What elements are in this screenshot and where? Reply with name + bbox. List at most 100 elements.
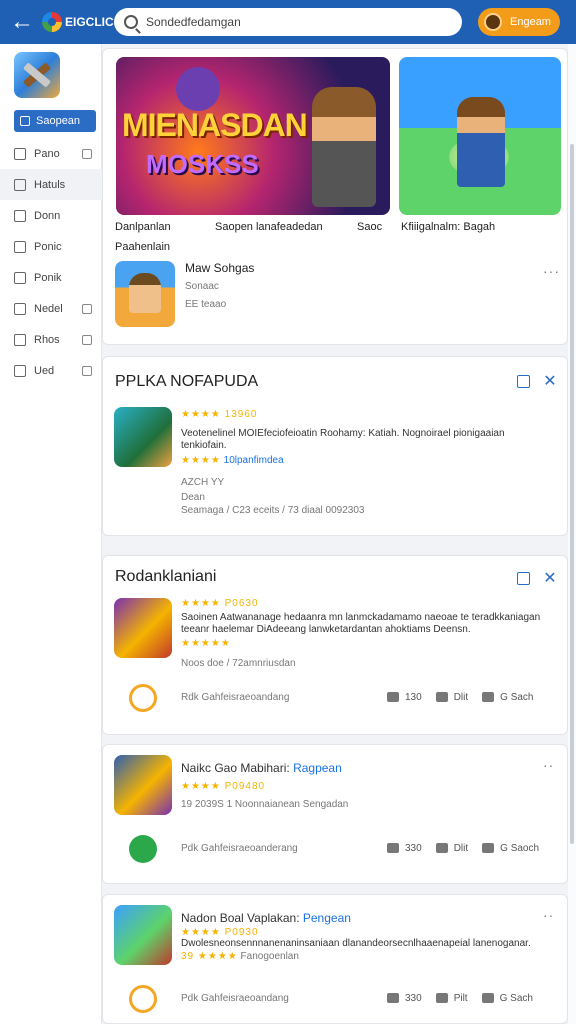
app-title[interactable]: Nadon Boal Vaplakan:: [181, 911, 300, 925]
logo-mark-icon: [42, 12, 62, 32]
banner-caption[interactable]: Saoc: [357, 221, 382, 233]
app-thumbnail[interactable]: [115, 261, 175, 327]
app-thumbnail[interactable]: [114, 755, 172, 815]
square-icon: [14, 178, 26, 191]
share-label: G Sach: [500, 692, 534, 703]
sidebar-item-ponik[interactable]: Ponik: [0, 262, 102, 293]
thumbs-up-icon: [387, 692, 399, 703]
signin-label: Engeam: [510, 16, 551, 28]
more-options-icon[interactable]: ···: [543, 263, 560, 279]
like-count: 330: [405, 843, 422, 854]
bookmark-icon[interactable]: [517, 572, 530, 585]
share-button[interactable]: G Sach: [481, 993, 533, 1004]
search-bar[interactable]: [114, 8, 462, 36]
share-button[interactable]: G Saoch: [482, 843, 539, 854]
app-meta: 19 2039S 1 Noonnaianean Sengadan: [181, 799, 349, 810]
sidebar-item-ued[interactable]: Ued: [0, 355, 102, 386]
share-icon: [482, 692, 495, 703]
comment-icon: [435, 993, 448, 1004]
banner-caption[interactable]: Danlpanlan: [115, 221, 171, 233]
triangle-icon: [14, 209, 26, 222]
sidebar-item-nedel[interactable]: Nedel: [0, 293, 102, 324]
hero-image: [457, 97, 505, 187]
check-icon: [82, 303, 92, 314]
featured-banner-main[interactable]: MIENASDAN MOSKSS: [116, 57, 390, 215]
app-description: Dwolesneonsennnanenaninsaniaan dlanandeo…: [181, 938, 531, 949]
app-title-link[interactable]: Ragpean: [293, 761, 342, 775]
sidebar-item-saopean[interactable]: Saopean: [14, 110, 96, 132]
sidebar-item-hatuls[interactable]: Hatuls: [0, 169, 102, 200]
sidebar-item-label: Hatuls: [34, 178, 66, 191]
like-button[interactable]: 130: [387, 692, 422, 703]
actions-bar: 330 Pilt G Sach: [387, 993, 533, 1004]
app-title-link[interactable]: Pengean: [303, 911, 351, 925]
footer-text: Pdk Gahfeisraeoanderang: [181, 843, 298, 854]
hero-image: [312, 87, 376, 207]
thumbs-up-icon: [387, 843, 399, 854]
app-description: Saoinen Aatwananage hedaanra mn lanmckad…: [181, 612, 541, 623]
section-card-2: Rodanklaniani ✕ ★★★★ P0630 Saoinen Aatwa…: [102, 555, 568, 735]
sidebar-item-ponic[interactable]: Ponic: [0, 231, 102, 262]
app-meta: AZCH YY: [181, 477, 225, 488]
sidebar-nav: Saopean Pano Hatuls Donn Ponic Ponik Ned…: [0, 106, 102, 386]
sidebar-item-rhos[interactable]: Rhos: [0, 324, 102, 355]
share-button[interactable]: G Sach: [482, 692, 534, 703]
logo[interactable]: EIGCLIC: [42, 10, 114, 34]
banner-caption[interactable]: Saopen lanafeadedan: [215, 221, 323, 233]
app-thumbnail[interactable]: [114, 905, 172, 965]
more-options-icon[interactable]: ··: [543, 757, 554, 773]
section-card-4: Nadon Boal Vaplakan: Pengean ·· ★★★★ P09…: [102, 894, 568, 1024]
app-title[interactable]: Naikc Gao Mabihari:: [181, 761, 290, 775]
sidebar-item-pano[interactable]: Pano: [0, 138, 102, 169]
comment-button[interactable]: Dlit: [435, 692, 468, 703]
sidebar-item-label: Ponik: [34, 271, 62, 284]
character-image: [176, 67, 220, 111]
comment-icon: [435, 843, 448, 854]
back-arrow-icon[interactable]: ←: [8, 8, 36, 36]
sidebar: Saopean Pano Hatuls Donn Ponic Ponik Ned…: [0, 44, 102, 1024]
share-icon: [481, 993, 494, 1004]
banner-caption[interactable]: Kfiiigalnalm: Bagah: [401, 221, 495, 233]
banner-caption[interactable]: Paahenlain: [115, 241, 170, 253]
sidebar-item-label: Donn: [34, 209, 61, 222]
clock-icon: [129, 684, 157, 712]
comment-label: Dlit: [453, 843, 469, 854]
scrollbar-thumb[interactable]: [570, 144, 574, 844]
like-count: 130: [405, 692, 422, 703]
sidebar-item-label: Pano: [34, 147, 60, 160]
scrollbar[interactable]: [568, 44, 576, 1024]
comment-label: Pilt: [453, 993, 468, 1004]
sidebar-item-donn[interactable]: Donn: [0, 200, 102, 231]
featured-banner-secondary[interactable]: [399, 57, 561, 215]
user-icon: [14, 302, 26, 315]
app-title[interactable]: Maw Sohgas: [185, 261, 254, 275]
section-card-1: PPLKA NOFAPUDA ✕ ★★★★ 13960 Veotenelinel…: [102, 356, 568, 536]
signin-button[interactable]: Engeam: [478, 8, 560, 36]
group-icon: [14, 333, 26, 346]
close-icon[interactable]: ✕: [543, 571, 557, 587]
search-input[interactable]: [146, 15, 436, 29]
app-subtitle: Sonaac: [185, 281, 219, 292]
app-description: Veotenelinel MOIEfeciofeioatin Roohamy: …: [181, 428, 505, 439]
more-options-icon[interactable]: ··: [543, 907, 554, 923]
home-icon: [82, 148, 92, 159]
comment-button[interactable]: Pilt: [435, 993, 468, 1004]
app-icon[interactable]: [14, 52, 60, 98]
rating-stars: ★★★★ 13960: [181, 409, 258, 420]
like-button[interactable]: 330: [387, 993, 422, 1004]
category-link[interactable]: 10lpanfimdea: [224, 455, 284, 466]
comment-button[interactable]: Dlit: [435, 843, 469, 854]
app-meta: EE teaao: [185, 299, 227, 310]
app-thumbnail[interactable]: [114, 407, 172, 467]
close-icon[interactable]: ✕: [543, 374, 557, 390]
bookmark-icon[interactable]: [517, 375, 530, 388]
banner-subtitle: MOSKSS: [146, 149, 259, 179]
app-thumbnail[interactable]: [114, 598, 172, 658]
logo-text: EIGCLIC: [65, 15, 114, 29]
share-label: G Saoch: [500, 843, 540, 854]
footer-text: Rdk Gahfeisraeoandang: [181, 692, 290, 703]
rating-stars: 39 ★★★★: [181, 951, 238, 962]
app-meta: Noos doe / 72amnriusdan: [181, 658, 296, 669]
like-button[interactable]: 330: [387, 843, 422, 854]
rating-stars: ★★★★ P0630: [181, 598, 259, 609]
